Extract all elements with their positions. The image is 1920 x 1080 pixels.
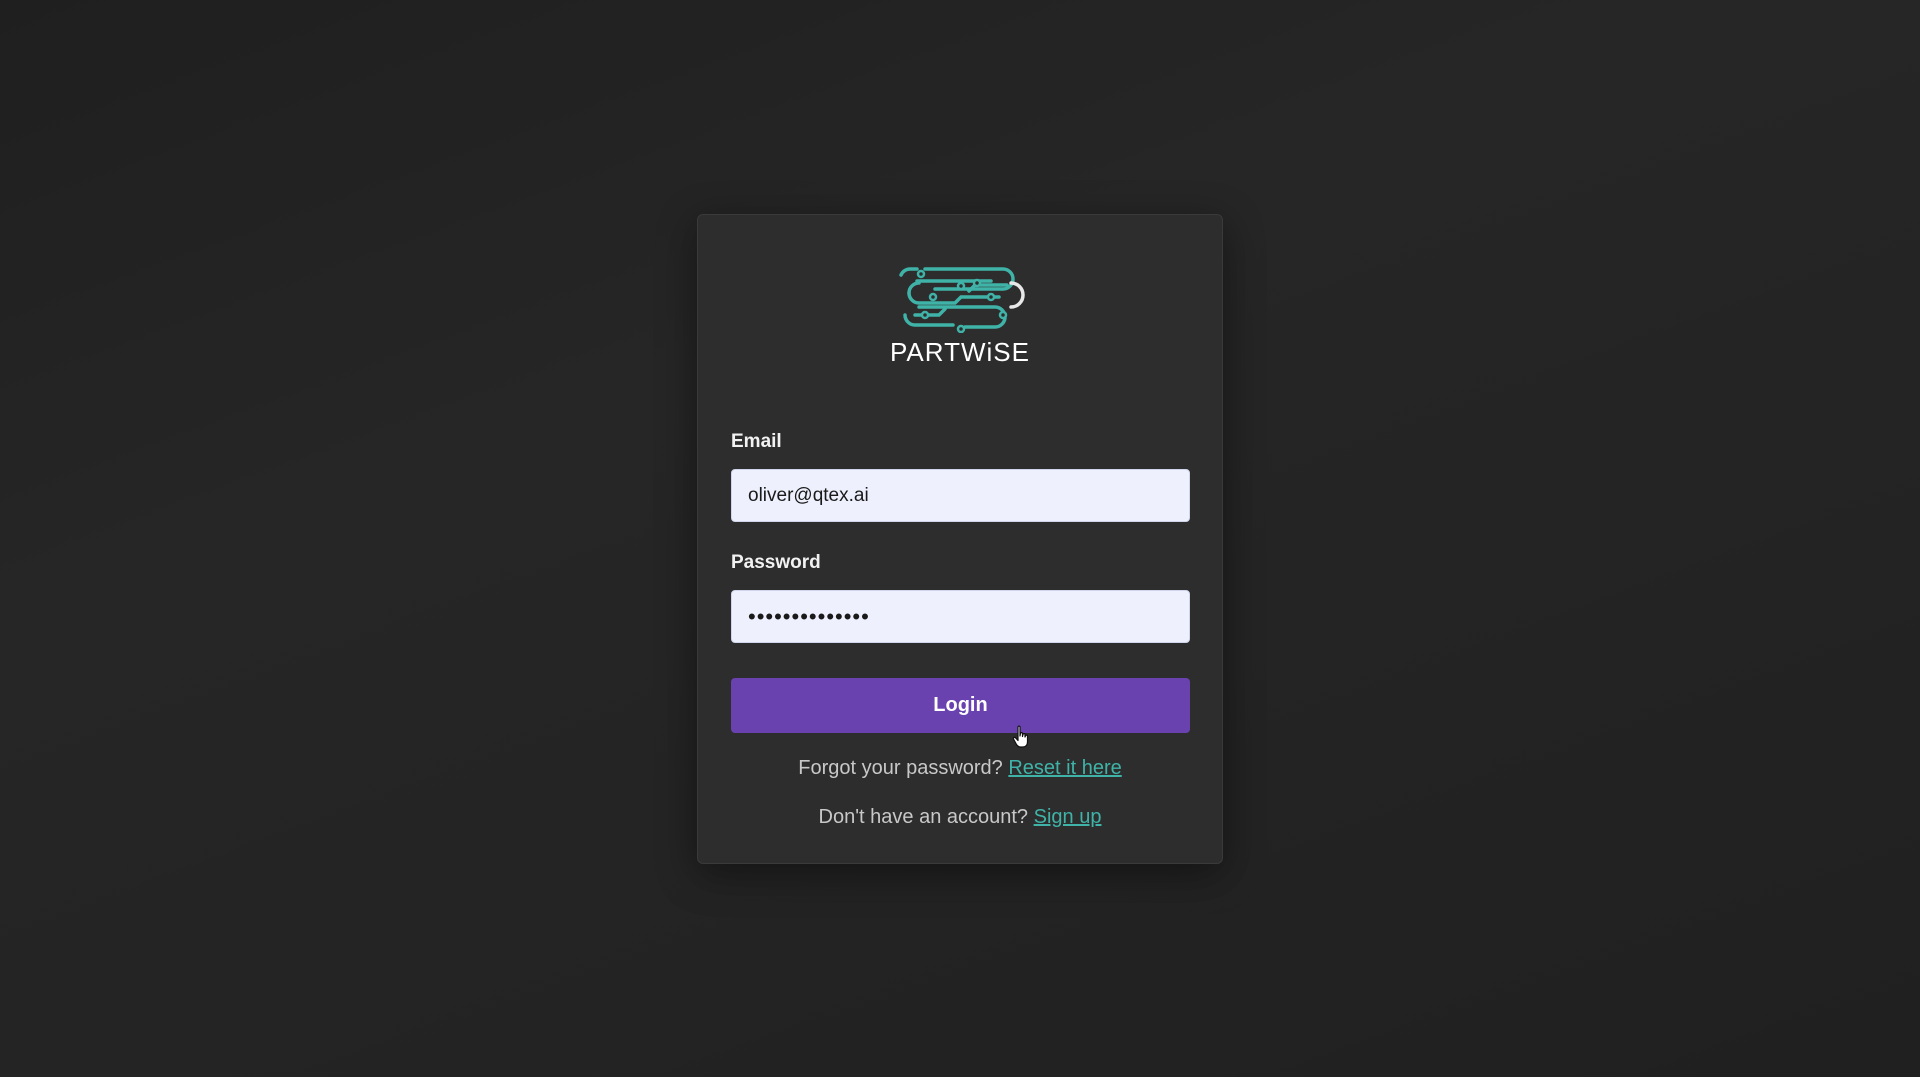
hand-pointer-icon (1012, 725, 1029, 748)
brand-logo: PARTWiSE (698, 263, 1222, 373)
reset-password-link[interactable]: Reset it here (1008, 757, 1121, 779)
password-field[interactable] (731, 590, 1190, 643)
email-field[interactable] (731, 469, 1190, 522)
login-card: PARTWiSE Email Password Login Forgot you… (697, 214, 1223, 864)
forgot-password-row: Forgot your password? Reset it here (698, 757, 1222, 780)
signup-row: Don't have an account? Sign up (698, 806, 1222, 829)
email-label: Email (731, 431, 782, 452)
brand-name: PARTWiSE (890, 337, 1030, 367)
signup-link[interactable]: Sign up (1034, 806, 1102, 828)
forgot-password-text: Forgot your password? (798, 757, 1003, 779)
circuit-logo-icon (899, 267, 1025, 333)
signup-prompt-text: Don't have an account? (818, 806, 1029, 828)
password-label: Password (731, 552, 821, 573)
login-button[interactable]: Login (731, 678, 1190, 733)
